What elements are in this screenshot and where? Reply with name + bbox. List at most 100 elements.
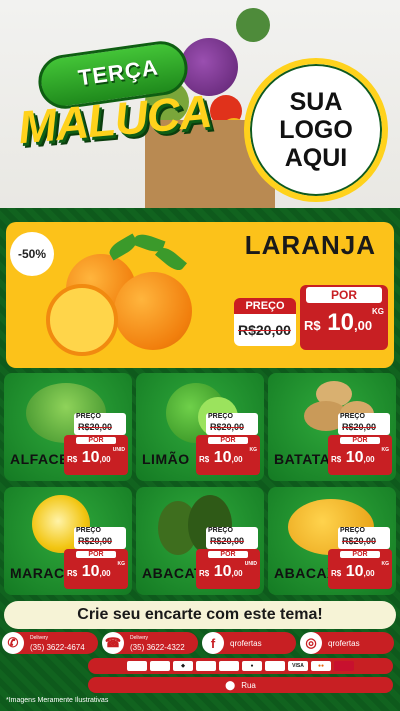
new-price-tag: POR R$ 10,00 KG: [196, 435, 260, 475]
new-price-label: POR: [340, 437, 380, 444]
new-price-label: POR: [76, 551, 116, 558]
old-price-value: R$20,00: [78, 536, 113, 546]
contact-value: qrofertas: [230, 638, 262, 648]
contact-value: qrofertas: [328, 638, 360, 648]
unit-label: UNID: [112, 447, 125, 453]
product-name: ALFACE: [10, 451, 69, 467]
contact-facebook[interactable]: f qrofertas: [202, 632, 296, 654]
product-name: BATATA: [274, 451, 331, 467]
featured-price-tag: POR R$ 10,00 KG: [300, 285, 388, 350]
old-price-value: R$20,00: [78, 422, 113, 432]
product-card: ABACATE PREÇO R$20,00 POR R$ 10,00 UNID: [136, 487, 264, 595]
old-price-tag: PREÇO R$20,00: [206, 527, 258, 549]
phone-icon: ☎: [102, 632, 124, 654]
location-pin-icon: ⬤: [225, 679, 236, 690]
elo-icon: ●: [242, 661, 262, 671]
product-card: ABACAXI PREÇO R$20,00 POR R$ 10,00 KG: [268, 487, 396, 595]
old-price-tag: PREÇO R$20,00: [338, 527, 390, 549]
card-icon: [127, 661, 147, 671]
new-price-label: POR: [340, 551, 380, 558]
product-card: ALFACE PREÇO R$20,00 POR R$ 10,00 UNID: [4, 373, 132, 481]
unit-label: KG: [249, 447, 258, 453]
address-text: Rua: [241, 680, 256, 690]
new-price-value: R$ 10,00: [67, 563, 111, 580]
instagram-icon: ◎: [300, 632, 322, 654]
new-price-value: R$ 10,00: [304, 309, 373, 336]
logo-line: AQUI: [284, 144, 348, 172]
card-icon: [265, 661, 285, 671]
old-price-label: PREÇO: [340, 527, 365, 534]
logo-line: SUA: [289, 88, 343, 116]
product-card: BATATA PREÇO R$20,00 POR R$ 10,00 KG: [268, 373, 396, 481]
disclaimer: *Imagens Meramente Ilustrativas: [6, 697, 109, 704]
new-price-value: R$ 10,00: [199, 449, 243, 466]
payment-methods: ◆ ● VISA ●●: [88, 658, 393, 674]
old-price-tag: PREÇO R$20,00: [338, 413, 390, 435]
orange-half-image: [46, 284, 118, 356]
mastercard-icon: ●●: [311, 661, 331, 671]
contact-whatsapp[interactable]: ✆ Delivery (35) 3622-4674: [2, 632, 98, 654]
new-price-value: R$ 10,00: [67, 449, 111, 466]
old-price-label: PREÇO: [208, 413, 233, 420]
card-icon: [219, 661, 239, 671]
old-price-value: R$20,00: [210, 422, 245, 432]
new-price-tag: POR R$ 10,00 KG: [328, 435, 392, 475]
unit-label: KG: [381, 447, 390, 453]
cta-banner[interactable]: Crie seu encarte com este tema!: [4, 601, 396, 629]
old-price-tag: PREÇO R$20,00: [74, 413, 126, 435]
new-price-tag: POR R$ 10,00 UNID: [64, 435, 128, 475]
product-card: LIMÃO PREÇO R$20,00 POR R$ 10,00 KG: [136, 373, 264, 481]
title-banner: TERÇA MALUCA: [10, 30, 213, 180]
product-card: MARACUJÁ PREÇO R$20,00 POR R$ 10,00 KG: [4, 487, 132, 595]
hero-banner: TERÇA MALUCA SUA LOGO AQUI: [0, 0, 400, 208]
whatsapp-icon: ✆: [2, 632, 24, 654]
new-price-tag: POR R$ 10,00 KG: [64, 549, 128, 589]
old-price-tag: PREÇO R$20,00: [74, 527, 126, 549]
old-price-label: PREÇO: [340, 413, 365, 420]
old-price-tag: PREÇO R$20,00: [206, 413, 258, 435]
old-price-label: PREÇO: [208, 527, 233, 534]
new-price-value: R$ 10,00: [199, 563, 243, 580]
visa-icon: VISA: [288, 661, 308, 671]
old-price-value: R$20,00: [210, 536, 245, 546]
facebook-icon: f: [202, 632, 224, 654]
contact-value: (35) 3622-4674: [30, 643, 85, 652]
logo-placeholder: SUA LOGO AQUI: [244, 58, 388, 202]
new-price-tag: POR R$ 10,00 KG: [328, 549, 392, 589]
unit-label: KG: [117, 561, 126, 567]
contact-instagram[interactable]: ◎ qrofertas: [300, 632, 394, 654]
contact-label: Delivery: [130, 635, 149, 641]
old-price-value: R$20,00: [238, 322, 291, 338]
featured-old-price-tag: PREÇO R$20,00: [234, 298, 296, 346]
new-price-label: POR: [208, 437, 248, 444]
new-price-value: R$ 10,00: [331, 449, 375, 466]
card-icon: [196, 661, 216, 671]
old-price-label: PREÇO: [234, 298, 296, 314]
pix-icon: ◆: [173, 661, 193, 671]
hipercard-icon: [334, 661, 354, 671]
unit-label: KG: [381, 561, 390, 567]
broccoli-image: [236, 8, 270, 42]
new-price-label: POR: [76, 437, 116, 444]
old-price-value: R$20,00: [342, 422, 377, 432]
unit-label: UNID: [244, 561, 257, 567]
address-bar[interactable]: ⬤ Rua: [88, 677, 393, 693]
orange-image: [114, 272, 192, 350]
new-price-tag: POR R$ 10,00 UNID: [196, 549, 260, 589]
unit-label: KG: [372, 307, 384, 316]
old-price-label: PREÇO: [76, 413, 101, 420]
card-icon: [150, 661, 170, 671]
contact-value: (35) 3622-4322: [130, 643, 185, 652]
contact-phone[interactable]: ☎ Delivery (35) 3622-4322: [102, 632, 198, 654]
leaf-image: [155, 243, 187, 275]
new-price-label: POR: [208, 551, 248, 558]
new-price-label: POR: [306, 287, 382, 303]
old-price-value: R$20,00: [342, 536, 377, 546]
old-price-label: PREÇO: [76, 527, 101, 534]
contact-label: Delivery: [30, 635, 49, 641]
product-name: LIMÃO: [142, 451, 190, 467]
logo-line: LOGO: [279, 116, 353, 144]
new-price-value: R$ 10,00: [331, 563, 375, 580]
discount-badge: -50%: [10, 232, 54, 276]
featured-product-name: LARANJA: [244, 230, 376, 260]
